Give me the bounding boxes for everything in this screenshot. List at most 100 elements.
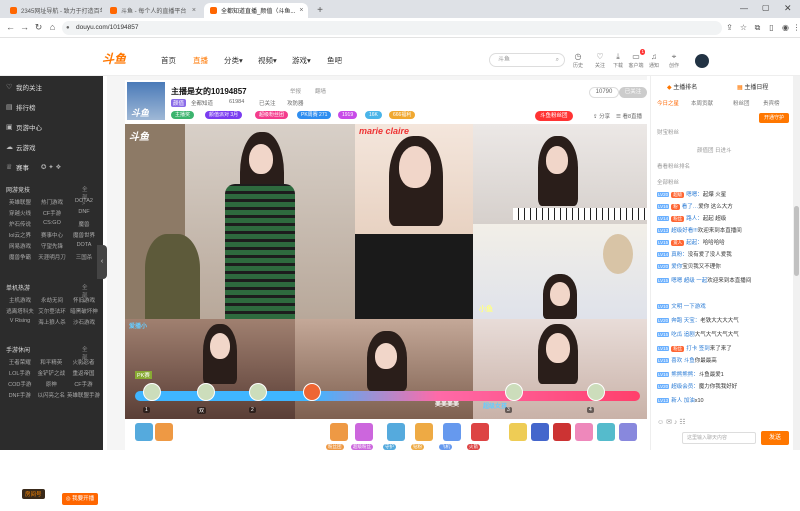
tab-anchor-schedule[interactable]: ▦ 主播日程: [737, 82, 768, 91]
gift-icon[interactable]: 飞机: [439, 423, 461, 450]
video-player[interactable]: 斗鱼 marie claire 小鱼 爱播小 美美美美 超级女孩 PK赛 1 双…: [125, 124, 647, 419]
browser-tab-2[interactable]: 斗鱼 - 每个人的直播平台 ×: [104, 3, 202, 18]
sidebar-subitem[interactable]: 沙石游戏: [68, 318, 100, 326]
share-button[interactable]: ⇪ 分享: [593, 112, 610, 120]
tab-today-star[interactable]: 今日之星: [657, 99, 679, 107]
star-icon[interactable]: ☆: [738, 22, 749, 33]
sidebar-subitem[interactable]: CF手游: [36, 209, 68, 217]
sidebar-subitem[interactable]: 魔兽世界: [68, 231, 100, 239]
sidebar-subitem[interactable]: 和平精英: [35, 358, 67, 366]
sidebar-subitem[interactable]: 永劫无间: [36, 296, 68, 304]
forward-icon[interactable]: →: [18, 21, 31, 34]
gift-icon[interactable]: 钻粉: [411, 423, 433, 450]
nav-games[interactable]: 游戏▾: [292, 55, 311, 66]
sidebar-subitem[interactable]: 三国杀: [68, 253, 100, 261]
sidebar-subitem[interactable]: 热门游戏: [36, 198, 68, 206]
sidebar-subitem[interactable]: 金铲铲之战: [35, 369, 67, 377]
sidebar-subitem[interactable]: lol云之界: [4, 231, 36, 239]
sidebar-subitem[interactable]: 以闪亮之名: [35, 391, 67, 399]
share-icon[interactable]: ⇪: [724, 22, 735, 33]
sidebar-subitem[interactable]: DNF手游: [4, 391, 35, 399]
follow-count[interactable]: 10790: [589, 87, 619, 98]
header-create[interactable]: ⌖ 创作: [662, 52, 686, 69]
sidebar-subitem[interactable]: 逃离塔科夫: [4, 307, 36, 315]
tab-vip[interactable]: 贵宾榜: [763, 99, 780, 107]
nav-fishbar[interactable]: 鱼吧: [327, 55, 342, 66]
sidebar-subitem[interactable]: 英雄联盟手游: [67, 391, 100, 399]
pk-avatar[interactable]: [303, 383, 321, 401]
sidebar-subitem[interactable]: 艾尔登法环: [36, 307, 68, 315]
gift-icon[interactable]: [575, 423, 593, 441]
gift-icon[interactable]: [155, 423, 173, 441]
chat-input[interactable]: 这里输入聊天内容: [682, 432, 756, 444]
close-icon[interactable]: ×: [295, 7, 303, 14]
sidebar-subitem[interactable]: 穿越火线: [4, 209, 36, 217]
sidebar-item-events[interactable]: ♕ 赛事 ✪ ✦ ❖: [6, 162, 61, 172]
gift-icon[interactable]: 超级粉丝: [351, 423, 373, 450]
sidebar-subitem[interactable]: 火影忍者: [67, 358, 100, 366]
home-icon[interactable]: ⌂: [46, 21, 59, 34]
stream-cell-3[interactable]: [473, 124, 647, 224]
header-history[interactable]: ◷ 历史: [566, 52, 590, 69]
gift-icon[interactable]: [619, 423, 637, 441]
emoji-icon[interactable]: ☺ ✉ ♪ ☷: [657, 418, 686, 426]
browser-tab-3[interactable]: 全都知道直播_颜值（斗鱼... ×: [204, 3, 308, 18]
room-chip[interactable]: 666福利: [389, 111, 416, 119]
gift-icon[interactable]: [509, 423, 527, 441]
sidebar-subitem[interactable]: 怀旧游戏: [68, 296, 100, 304]
pk-avatar[interactable]: [505, 383, 523, 401]
gift-icon[interactable]: [597, 423, 615, 441]
back-icon[interactable]: ←: [4, 21, 17, 34]
room-chip[interactable]: 1919: [338, 111, 358, 119]
room-chip[interactable]: 超级粉丝团: [255, 111, 289, 119]
sidebar-subitem[interactable]: COD手游: [4, 380, 35, 388]
gift-icon[interactable]: 守护: [383, 423, 405, 450]
start-stream-button[interactable]: ◎ 我要开播: [62, 493, 98, 505]
stream-cell-6[interactable]: 美美美美: [295, 319, 473, 419]
sidebar-icon[interactable]: ▯: [766, 22, 777, 33]
page-scrollbar[interactable]: [793, 76, 800, 450]
room-chip[interactable]: 颜值派对 3月: [205, 111, 243, 119]
sidebar-subitem[interactable]: 魔兽争霸: [4, 253, 36, 261]
close-window-icon[interactable]: ✕: [784, 3, 792, 14]
browser-tab-1[interactable]: 2345网址导航 - 致力于打造百年品牌×: [4, 3, 102, 18]
nav-live[interactable]: 直播: [193, 55, 208, 66]
sidebar-subitem[interactable]: 英雄联盟: [4, 198, 36, 206]
send-button[interactable]: 发送: [761, 431, 789, 445]
more-button[interactable]: ☰ 看8直播: [616, 112, 642, 120]
room-chip[interactable]: 16K: [365, 111, 382, 119]
sidebar-subitem[interactable]: LOL手游: [4, 369, 35, 377]
minimize-icon[interactable]: —: [740, 4, 748, 13]
sidebar-item-follow[interactable]: ♡ 我的关注: [6, 82, 42, 92]
room-chip[interactable]: 主播奖: [171, 111, 195, 119]
fan-club-button[interactable]: 斗鱼粉丝团: [535, 111, 573, 121]
stream-cell-2[interactable]: marie claire: [355, 124, 473, 234]
close-icon[interactable]: ×: [188, 7, 196, 14]
maximize-icon[interactable]: ▢: [762, 3, 770, 12]
tab-week-contrib[interactable]: 本周贡献: [691, 99, 713, 107]
stream-cell-main[interactable]: 斗鱼: [125, 124, 355, 319]
sidebar-subitem[interactable]: 主机游戏: [4, 296, 36, 304]
sidebar-subitem[interactable]: 海上狼人杀: [36, 318, 68, 326]
profile-icon[interactable]: ◉: [780, 22, 791, 33]
stream-cell-5[interactable]: 爱播小: [125, 319, 295, 419]
open-guard-button[interactable]: 开通守护: [759, 113, 789, 123]
sidebar-subitem[interactable]: 炉石传说: [4, 220, 36, 228]
sidebar-subitem[interactable]: V Rising: [4, 318, 36, 326]
sidebar-subitem[interactable]: CS:GO: [36, 220, 68, 228]
gift-icon[interactable]: 粉丝团: [326, 423, 348, 450]
gift-icon[interactable]: [531, 423, 549, 441]
sidebar-subitem[interactable]: 暗黑破坏神: [68, 307, 100, 315]
sidebar-collapse-icon[interactable]: ‹: [97, 245, 107, 279]
pk-avatar[interactable]: [197, 383, 215, 401]
sidebar-subitem[interactable]: 守望先锋: [36, 242, 68, 250]
nav-video[interactable]: 视频▾: [258, 55, 277, 66]
reload-icon[interactable]: ↻: [32, 21, 45, 34]
stream-cell-4[interactable]: 小鱼: [473, 224, 647, 319]
sidebar-subitem[interactable]: 赛事中心: [36, 231, 68, 239]
scrollbar-thumb[interactable]: [794, 206, 799, 276]
url-input[interactable]: ● douyu.com/10194857: [62, 21, 722, 35]
sidebar-subitem[interactable]: DOTA: [68, 242, 100, 250]
nav-home[interactable]: 首页: [161, 55, 176, 66]
sidebar-subitem[interactable]: DOTA2: [68, 198, 100, 206]
